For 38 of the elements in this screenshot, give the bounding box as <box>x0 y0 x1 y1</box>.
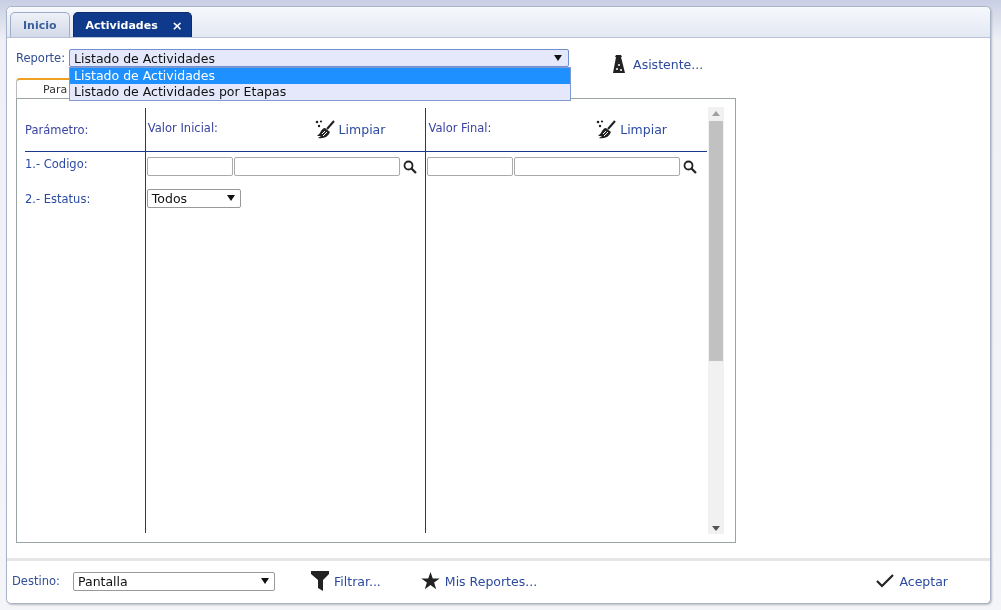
input-field[interactable] <box>233 157 400 176</box>
report-select[interactable]: Listado de Actividades <box>69 49 570 67</box>
reports-button[interactable]: Mis Reportes... <box>420 572 538 590</box>
clear-button[interactable]: Limpiar <box>314 119 386 140</box>
input-field[interactable] <box>146 157 233 176</box>
accept-button[interactable]: Aceptar <box>876 573 948 589</box>
flask-icon <box>613 55 626 73</box>
scroll-up-icon[interactable] <box>712 111 720 116</box>
scrollbar-thumb[interactable] <box>709 121 723 361</box>
star-icon <box>420 572 440 590</box>
tab[interactable]: Inicio <box>10 12 70 37</box>
input-field[interactable] <box>514 157 681 176</box>
parameter-label: 2.- Estatus: <box>25 192 91 206</box>
caret-icon <box>261 578 269 584</box>
search-icon[interactable] <box>402 159 417 174</box>
close-button[interactable]: × <box>171 17 183 33</box>
search-icon[interactable] <box>683 159 698 174</box>
broom-icon <box>596 119 617 140</box>
caret-icon <box>226 195 235 201</box>
funnel-icon <box>311 571 329 591</box>
check-icon <box>876 574 895 588</box>
destination-label: Destino: <box>12 574 61 588</box>
parameter-label: 1.- Codigo: <box>25 157 88 171</box>
assistant-button[interactable]: Asistente... <box>613 55 704 73</box>
caret-icon <box>554 55 563 61</box>
tab[interactable]: Actividades × <box>72 12 192 37</box>
report-label: Reporte: <box>16 51 66 65</box>
column-heading: Valor Inicial: <box>146 120 218 135</box>
column-heading: Valor Final: <box>427 120 492 135</box>
filter-button[interactable]: Filtrar... <box>311 571 381 591</box>
broom-icon <box>314 119 335 140</box>
input-field[interactable] <box>427 157 514 176</box>
status-select[interactable]: Todos <box>146 188 241 208</box>
column-heading: Parámetro: <box>25 122 89 137</box>
destination-select[interactable]: Pantalla <box>73 571 275 591</box>
scrollbar[interactable] <box>708 107 724 534</box>
scroll-down-icon[interactable] <box>712 526 720 531</box>
clear-button[interactable]: Limpiar <box>596 119 667 140</box>
